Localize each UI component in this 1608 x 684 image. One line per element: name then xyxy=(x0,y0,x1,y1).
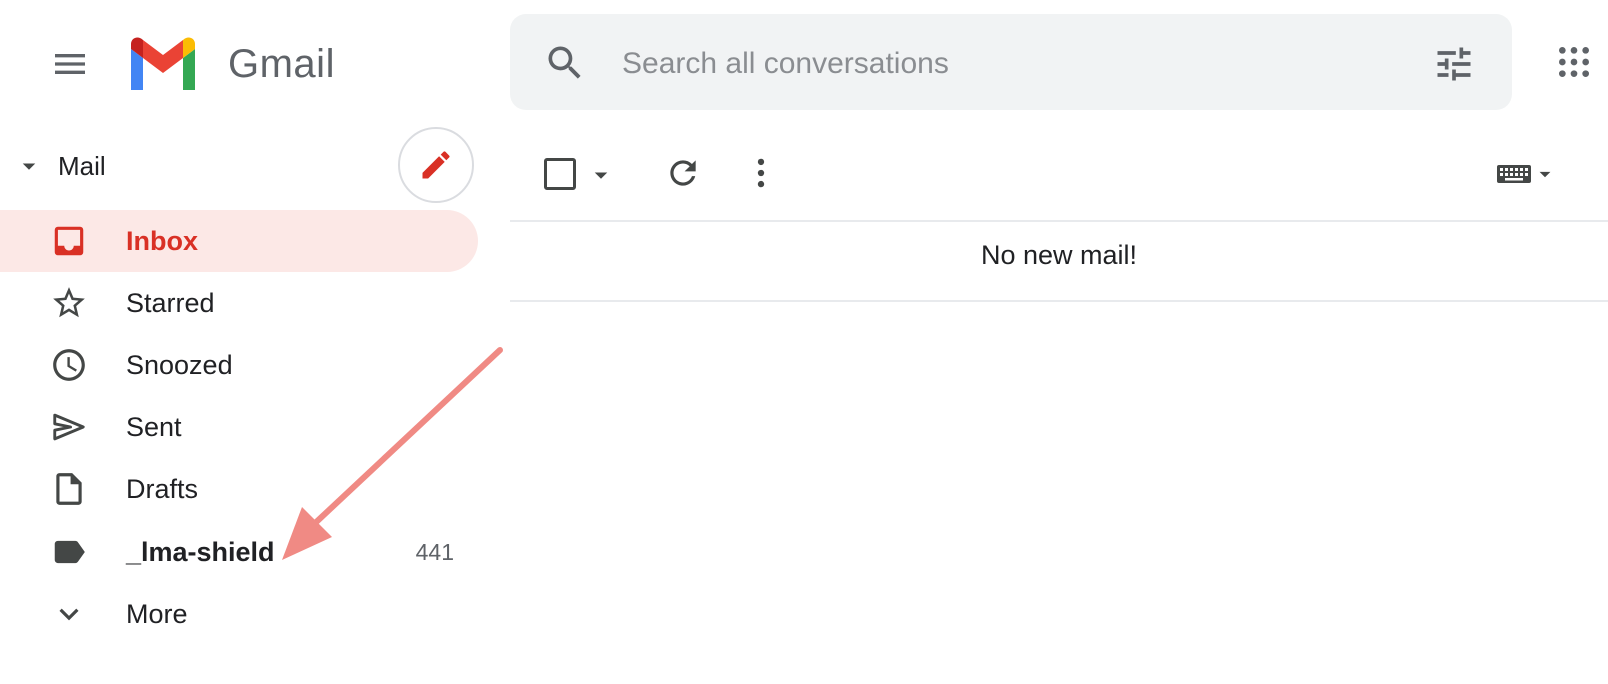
tune-icon xyxy=(1437,47,1471,81)
sidebar-item-label: Inbox xyxy=(126,225,198,256)
sidebar-item-label: Snoozed xyxy=(126,349,233,380)
search-options-button[interactable] xyxy=(1428,38,1480,90)
chevron-down-icon xyxy=(59,608,79,621)
refresh-icon xyxy=(670,160,696,186)
sidebar-item-label: Starred xyxy=(126,287,215,318)
compose-button[interactable] xyxy=(398,127,474,203)
sidebar-item-lma-shield[interactable]: _lma-shield 441 xyxy=(0,521,478,583)
gmail-m-icon xyxy=(131,37,195,90)
refresh-button[interactable] xyxy=(660,150,706,196)
sidebar-item-more[interactable]: More xyxy=(0,583,478,645)
sidebar-item-starred[interactable]: Starred xyxy=(0,272,478,334)
keyboard-icon xyxy=(1497,165,1531,183)
mail-section-label: Mail xyxy=(58,150,106,181)
caret-down-icon xyxy=(22,163,36,170)
empty-inbox-message: No new mail! xyxy=(980,240,1138,270)
gmail-logo[interactable] xyxy=(126,34,200,90)
sidebar-item-inbox[interactable]: Inbox xyxy=(0,210,478,272)
input-tools-button[interactable] xyxy=(1494,156,1560,192)
inbox-icon xyxy=(54,226,84,256)
divider xyxy=(510,300,1608,302)
sidebar-item-label: Sent xyxy=(126,411,182,442)
clock-icon xyxy=(53,349,85,381)
google-apps-button[interactable] xyxy=(1548,36,1600,88)
main-menu-button[interactable] xyxy=(44,38,96,90)
sidebar-item-label: Drafts xyxy=(126,473,199,504)
send-icon xyxy=(53,413,85,441)
draft-icon xyxy=(56,473,82,505)
star-icon xyxy=(53,287,85,318)
search-icon xyxy=(548,46,581,79)
sidebar-item-drafts[interactable]: Drafts xyxy=(0,458,478,520)
divider xyxy=(510,220,1608,222)
apps-grid-icon xyxy=(1559,47,1589,77)
search-button[interactable] xyxy=(540,38,590,88)
pencil-icon xyxy=(422,151,450,179)
select-options-button[interactable] xyxy=(586,160,616,190)
more-options-button[interactable] xyxy=(738,150,784,196)
hamburger-menu-icon xyxy=(55,54,85,74)
sidebar-item-snoozed[interactable]: Snoozed xyxy=(0,334,478,396)
unread-count: 441 xyxy=(415,538,454,565)
search-input[interactable] xyxy=(620,38,1384,90)
caret-down-icon xyxy=(1539,171,1551,178)
more-vert-icon xyxy=(757,158,765,188)
sidebar-item-label: More xyxy=(126,598,188,629)
caret-down-icon xyxy=(594,172,608,179)
mail-section-toggle[interactable]: Mail xyxy=(8,140,208,192)
sidebar-item-label: _lma-shield xyxy=(126,536,275,567)
label-icon xyxy=(54,540,85,564)
sidebar-item-sent[interactable]: Sent xyxy=(0,396,478,458)
app-name: Gmail xyxy=(228,42,335,86)
select-all-checkbox[interactable] xyxy=(544,158,576,190)
